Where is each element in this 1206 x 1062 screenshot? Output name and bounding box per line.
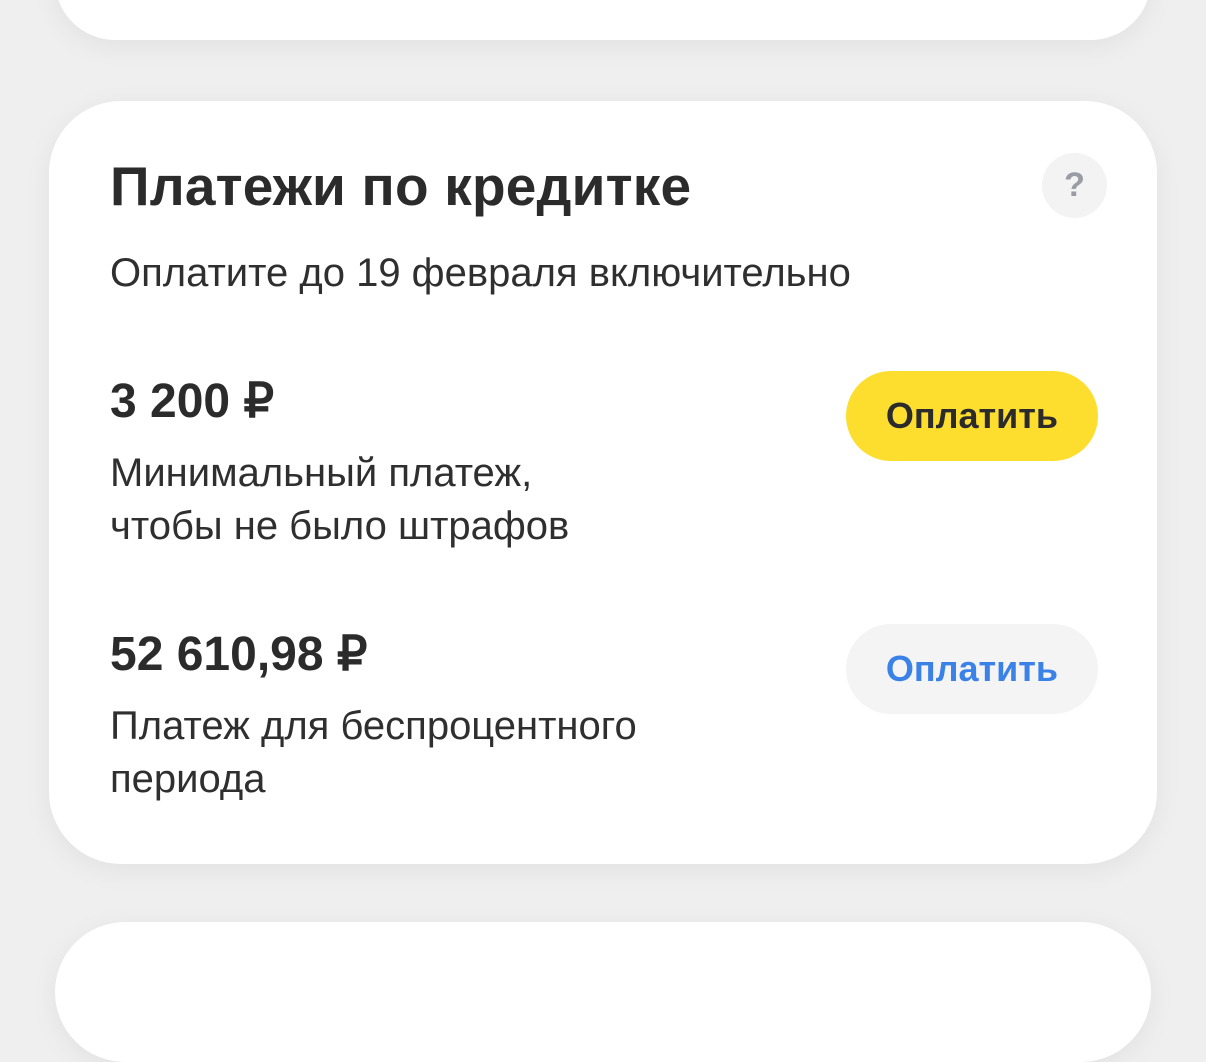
minimum-payment-description-line-2: чтобы не было штрафов	[110, 504, 570, 548]
minimum-payment-description: Минимальный платеж, чтобы не было штрафо…	[110, 447, 569, 553]
minimum-payment-description-line-1: Минимальный платеж,	[110, 451, 533, 495]
due-date-text: Оплатите до 19 февраля включительно	[110, 251, 851, 295]
pay-grace-period-button[interactable]: Оплатить	[846, 624, 1098, 714]
grace-period-description-line-1: Платеж для беспроцентного	[110, 704, 637, 748]
card-title: Платежи по кредитке	[110, 155, 692, 217]
minimum-payment-amount: 3 200 ₽	[110, 375, 274, 428]
next-card	[55, 922, 1151, 1062]
grace-period-payment-description: Платеж для беспроцентного периода	[110, 700, 637, 806]
credit-card-payments-card: Платежи по кредитке ? Оплатите до 19 фев…	[49, 101, 1157, 864]
pay-minimum-button[interactable]: Оплатить	[846, 371, 1098, 461]
help-button[interactable]: ?	[1042, 153, 1107, 218]
grace-period-description-line-2: периода	[110, 757, 266, 801]
previous-card	[55, 0, 1151, 40]
question-mark-icon: ?	[1064, 166, 1085, 204]
grace-period-payment-amount: 52 610,98 ₽	[110, 628, 368, 681]
